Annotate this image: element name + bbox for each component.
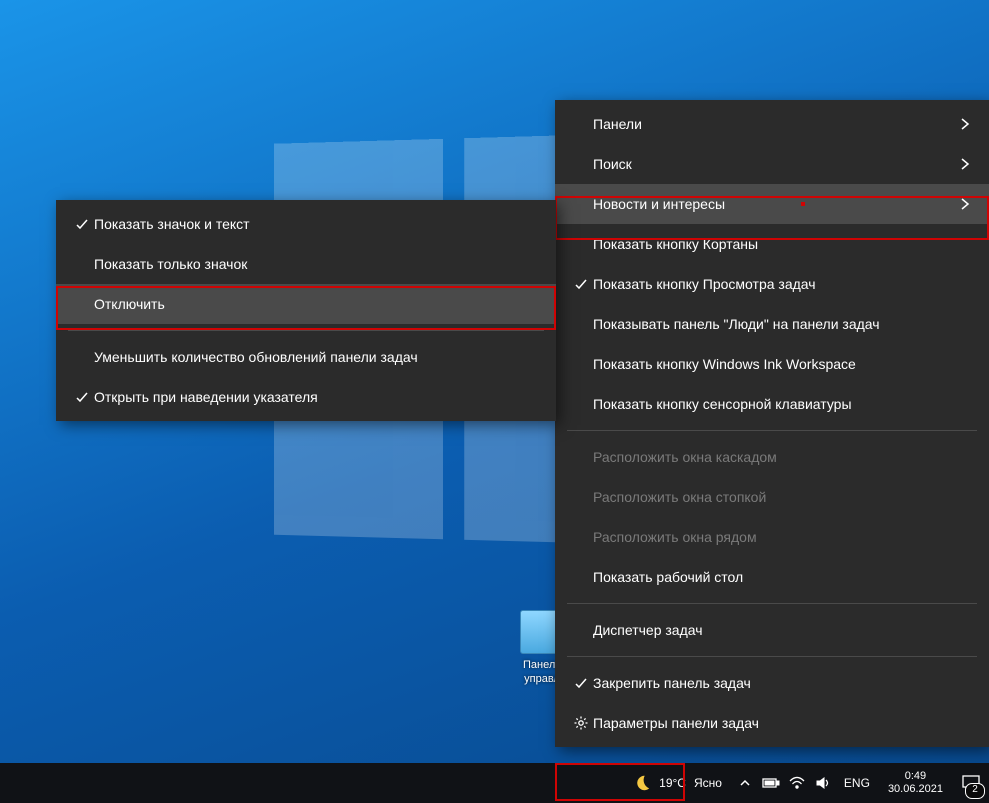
menu-item-show-touch-keyboard[interactable]: Показать кнопку сенсорной клавиатуры (555, 384, 989, 424)
menu-item-label: Расположить окна каскадом (593, 449, 975, 465)
check-icon (70, 390, 94, 404)
menu-item-lock-taskbar[interactable]: Закрепить панель задач (555, 663, 989, 703)
news-and-interests-submenu: Показать значок и текст Показать только … (56, 200, 556, 421)
chevron-right-icon (955, 117, 975, 131)
menu-item-label: Диспетчер задач (593, 622, 975, 638)
submenu-item-reduce-updates[interactable]: Уменьшить количество обновлений панели з… (56, 337, 556, 377)
taskbar-context-menu: Панели Поиск Новости и интересы Показать… (555, 100, 989, 747)
submenu-item-turn-off[interactable]: Отключить (56, 284, 556, 324)
volume-icon[interactable] (810, 763, 836, 803)
submenu-item-show-icon-and-text[interactable]: Показать значок и текст (56, 204, 556, 244)
menu-item-label: Показать только значок (94, 256, 542, 272)
menu-item-show-desktop[interactable]: Показать рабочий стол (555, 557, 989, 597)
check-icon (569, 277, 593, 291)
menu-item-show-cortana-button[interactable]: Показать кнопку Кортаны (555, 224, 989, 264)
clock-date: 30.06.2021 (888, 783, 943, 796)
menu-item-label: Расположить окна стопкой (593, 489, 975, 505)
menu-item-label: Закрепить панель задач (593, 675, 975, 691)
notification-badge: 2 (965, 783, 985, 799)
menu-item-toolbars[interactable]: Панели (555, 104, 989, 144)
menu-separator (68, 330, 544, 331)
menu-separator (567, 430, 977, 431)
menu-item-label: Параметры панели задач (593, 715, 975, 731)
weather-condition: Ясно (694, 776, 722, 790)
check-icon (569, 676, 593, 690)
menu-item-label: Показать кнопку Windows Ink Workspace (593, 356, 975, 372)
menu-item-label: Отключить (94, 296, 542, 312)
gear-icon (569, 715, 593, 731)
chevron-right-icon (955, 197, 975, 211)
menu-item-label: Показать кнопку Просмотра задач (593, 276, 975, 292)
battery-icon[interactable] (758, 763, 784, 803)
language-indicator[interactable]: ENG (836, 776, 878, 790)
menu-item-show-task-view-button[interactable]: Показать кнопку Просмотра задач (555, 264, 989, 304)
menu-item-label: Панели (593, 116, 955, 132)
menu-item-label: Уменьшить количество обновлений панели з… (94, 349, 542, 365)
submenu-item-open-on-hover[interactable]: Открыть при наведении указателя (56, 377, 556, 417)
menu-item-show-ink-workspace[interactable]: Показать кнопку Windows Ink Workspace (555, 344, 989, 384)
chevron-right-icon (955, 157, 975, 171)
taskbar-clock[interactable]: 0:49 30.06.2021 (878, 770, 953, 796)
menu-separator (567, 656, 977, 657)
menu-item-label: Показать кнопку сенсорной клавиатуры (593, 396, 975, 412)
submenu-item-show-icon-only[interactable]: Показать только значок (56, 244, 556, 284)
menu-item-label: Новости и интересы (593, 196, 955, 212)
clock-time: 0:49 (888, 770, 943, 783)
menu-item-cascade-windows: Расположить окна каскадом (555, 437, 989, 477)
menu-item-news-and-interests[interactable]: Новости и интересы (555, 184, 989, 224)
menu-item-show-people-bar[interactable]: Показывать панель "Люди" на панели задач (555, 304, 989, 344)
taskbar[interactable]: 19°C Ясно ENG 0:49 30.06.2021 2 (0, 763, 989, 803)
menu-item-label: Поиск (593, 156, 955, 172)
menu-item-label: Расположить окна рядом (593, 529, 975, 545)
wifi-icon[interactable] (784, 763, 810, 803)
menu-item-search[interactable]: Поиск (555, 144, 989, 184)
menu-item-label: Показать значок и текст (94, 216, 542, 232)
moon-icon (633, 774, 651, 792)
menu-item-stack-windows: Расположить окна стопкой (555, 477, 989, 517)
menu-item-side-by-side-windows: Расположить окна рядом (555, 517, 989, 557)
menu-item-label: Показать рабочий стол (593, 569, 975, 585)
menu-item-task-manager[interactable]: Диспетчер задач (555, 610, 989, 650)
menu-item-label: Открыть при наведении указателя (94, 389, 542, 405)
check-icon (70, 217, 94, 231)
desktop[interactable]: Панель управл Панели Поиск Новости и инт… (0, 0, 989, 763)
annotation-dot (801, 202, 805, 206)
menu-item-label: Показать кнопку Кортаны (593, 236, 975, 252)
action-center-button[interactable]: 2 (953, 763, 989, 803)
weather-temperature: 19°C (659, 776, 686, 790)
menu-item-label: Показывать панель "Люди" на панели задач (593, 316, 975, 332)
menu-item-taskbar-settings[interactable]: Параметры панели задач (555, 703, 989, 743)
taskbar-weather-widget[interactable]: 19°C Ясно (623, 763, 732, 803)
tray-chevron-up-icon[interactable] (732, 763, 758, 803)
menu-separator (567, 603, 977, 604)
